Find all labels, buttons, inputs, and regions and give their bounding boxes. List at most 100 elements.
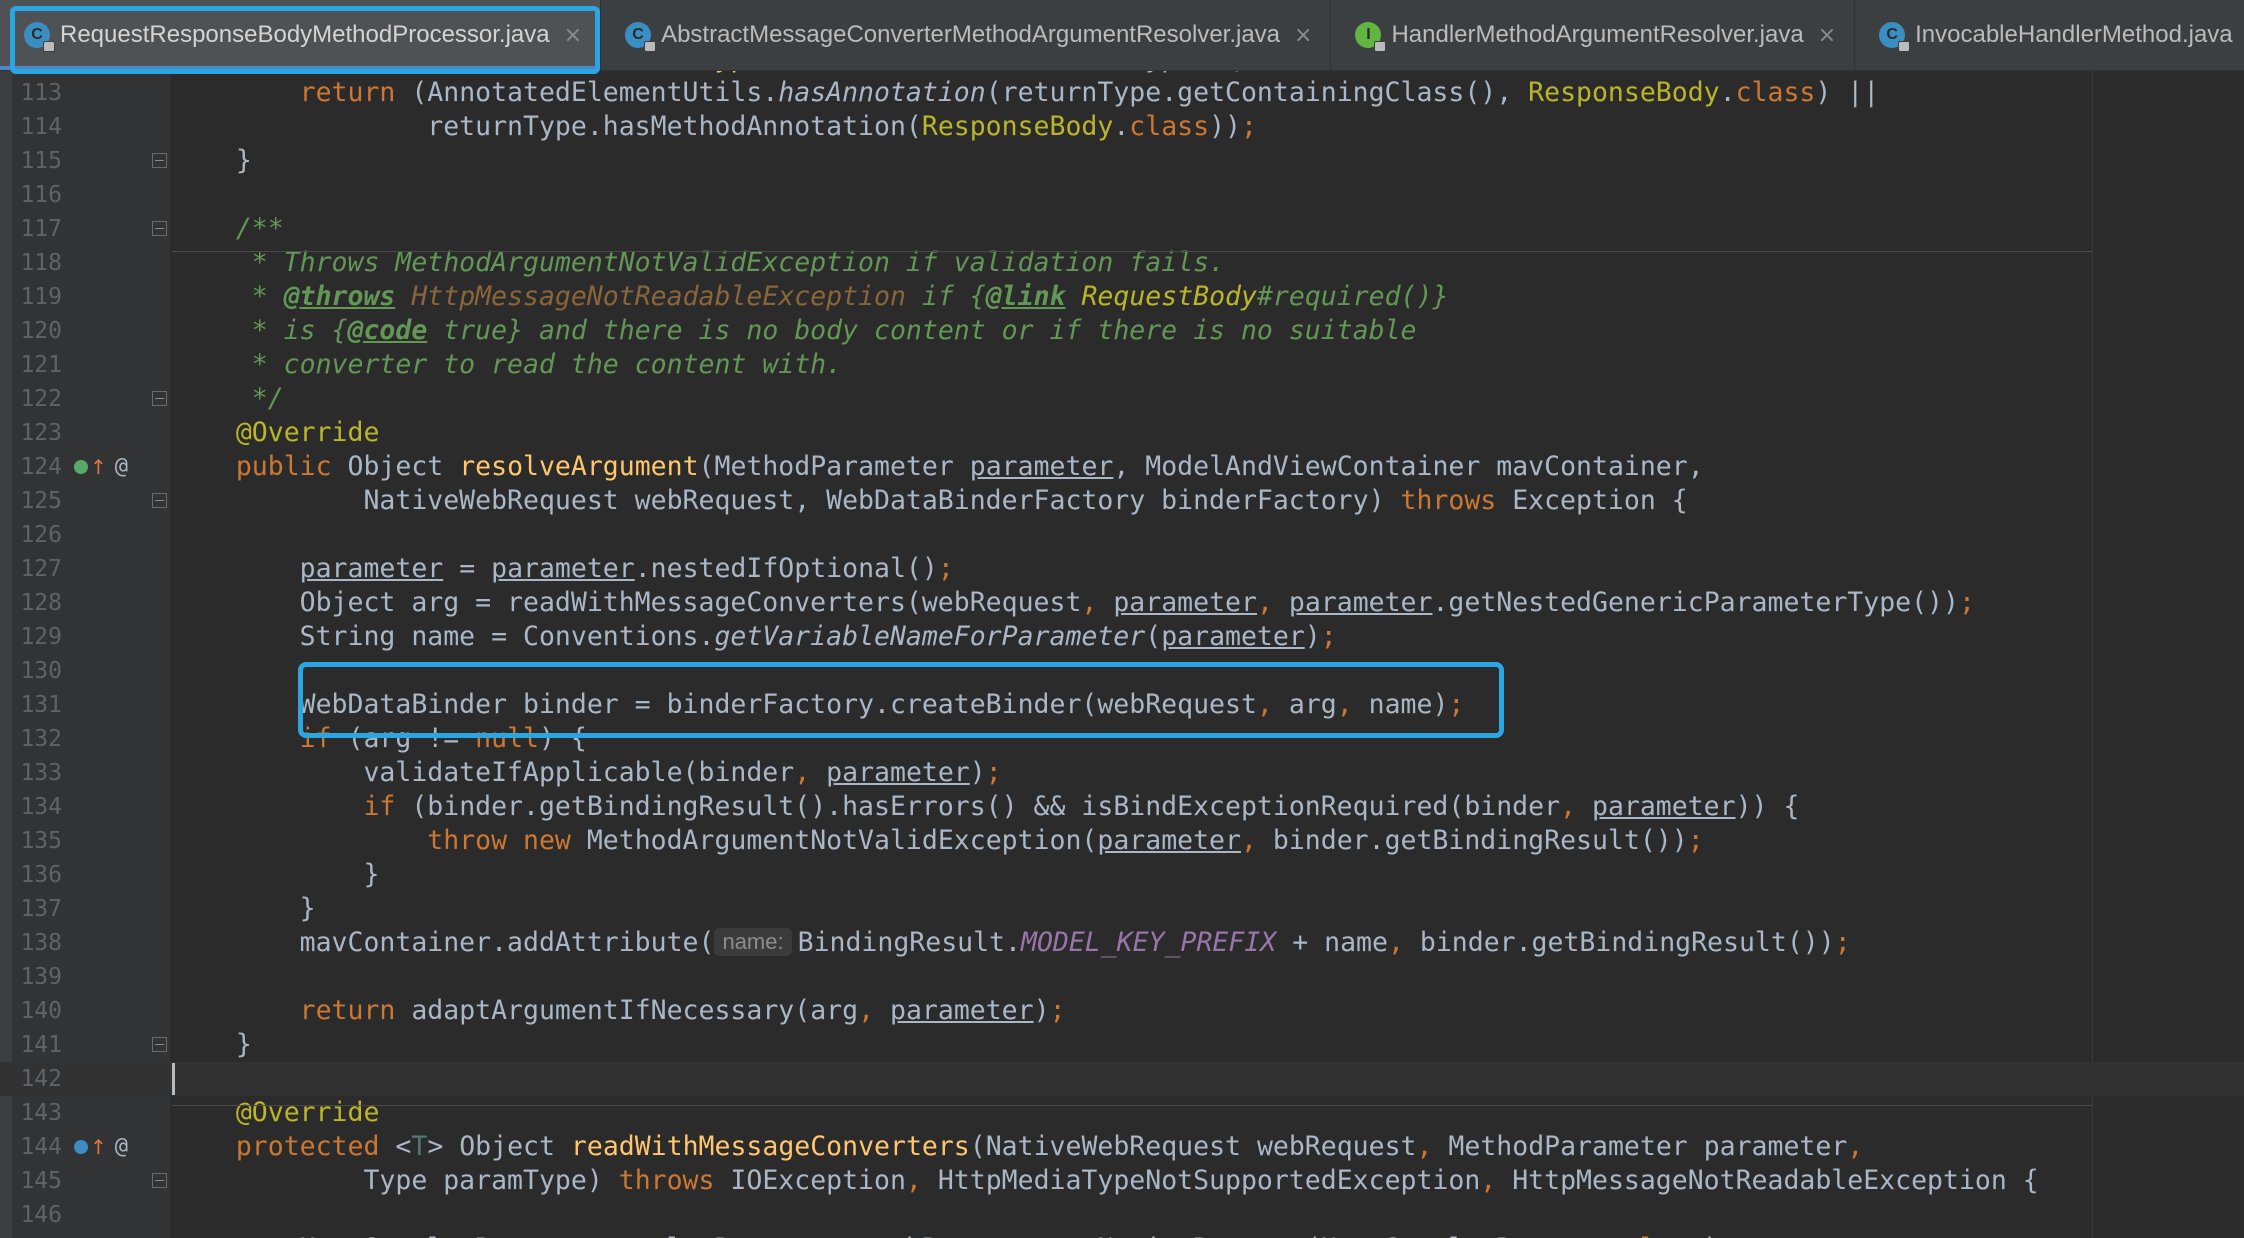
- fold-marker-icon[interactable]: [152, 493, 167, 508]
- fold-marker-icon[interactable]: [152, 153, 167, 168]
- code-text: return adaptArgumentIfNecessary(arg, par…: [299, 995, 1066, 1026]
- code-line: 114 returnType.hasMethodAnnotation(Respo…: [0, 110, 2244, 144]
- fold-marker-icon[interactable]: [152, 221, 167, 236]
- line-number: 132: [20, 726, 62, 752]
- code-text: }: [172, 893, 316, 924]
- method-separator: [172, 1105, 2092, 1106]
- code-line: 138 mavContainer.addAttribute(name: Bindi…: [0, 926, 2244, 960]
- line-number: 138: [20, 930, 62, 956]
- gutter-markers: ↑@: [74, 450, 128, 484]
- line-number: 136: [20, 862, 62, 888]
- code-editor[interactable]: 112 ↑@ public boolean supportsReturnType…: [0, 70, 2244, 1238]
- implementing-method-icon[interactable]: [74, 460, 88, 474]
- code-text: * is {@code true} and there is no body c…: [172, 315, 1417, 346]
- code-lines: 112 ↑@ public boolean supportsReturnType…: [0, 70, 2244, 1238]
- line-number: 134: [20, 794, 62, 820]
- line-number: 117: [20, 216, 62, 242]
- tab-abstract-message-converter-method-argument-resolver[interactable]: C AbstractMessageConverterMethodArgument…: [601, 0, 1332, 70]
- line-number: 141: [20, 1032, 62, 1058]
- text-caret: [172, 1063, 175, 1095]
- line-number: 123: [20, 420, 62, 446]
- line-number: 120: [20, 318, 62, 344]
- line-number: 143: [20, 1100, 62, 1126]
- overriding-method-icon[interactable]: [74, 1140, 88, 1154]
- code-text: @Override: [235, 1097, 380, 1128]
- code-text: parameter = parameter.nestedIfOptional()…: [299, 553, 954, 584]
- code-text: }: [172, 145, 252, 176]
- code-line: 136 }: [0, 858, 2244, 892]
- code-line: 127 parameter = parameter.nestedIfOption…: [0, 552, 2244, 586]
- code-line: 135 throw new MethodArgumentNotValidExce…: [0, 824, 2244, 858]
- lock-icon: [1374, 41, 1387, 52]
- code-text: HttpServletRequest servletRequest = webR…: [172, 1232, 1736, 1238]
- tab-handler-method-argument-resolver[interactable]: I HandlerMethodArgumentResolver.java ×: [1331, 0, 1856, 70]
- class-icon: C: [625, 22, 657, 52]
- line-number: 113: [20, 80, 62, 106]
- code-line: 122 */: [0, 382, 2244, 416]
- code-line: 119 * @throws HttpMessageNotReadableExce…: [0, 280, 2244, 314]
- code-line: 133 validateIfApplicable(binder, paramet…: [0, 756, 2244, 790]
- code-line: 144 ↑ @ protected <T> Object readWithMess…: [0, 1130, 2244, 1164]
- close-icon[interactable]: ×: [1818, 23, 1836, 48]
- line-number: 119: [20, 284, 62, 310]
- override-arrow-icon[interactable]: ↑: [90, 1130, 107, 1164]
- line-number: 128: [20, 590, 62, 616]
- code-text: * converter to read the content with.: [172, 349, 843, 380]
- tab-highlight-box: [10, 6, 600, 74]
- code-line: 123 @Override: [0, 416, 2244, 450]
- code-text: }: [172, 859, 380, 890]
- code-text: public Object resolveArgument(MethodPara…: [235, 451, 1704, 482]
- code-line: 137 }: [0, 892, 2244, 926]
- interface-icon: I: [1355, 22, 1387, 52]
- code-line: 115 }: [0, 144, 2244, 178]
- line-number: 135: [20, 828, 62, 854]
- code-text: */: [172, 383, 284, 414]
- line-number: 129: [20, 624, 62, 650]
- line-number: 139: [20, 964, 62, 990]
- line-number: 115: [20, 148, 62, 174]
- line-number: 124: [20, 454, 62, 480]
- method-separator: [172, 251, 2092, 252]
- line-number: 126: [20, 522, 62, 548]
- line-number: 133: [20, 760, 62, 786]
- override-arrow-icon[interactable]: ↑: [90, 450, 107, 484]
- line-number: 137: [20, 896, 62, 922]
- line-number: 146: [20, 1202, 62, 1228]
- fold-marker-icon[interactable]: [152, 1037, 167, 1052]
- code-line: 134 if (binder.getBindingResult().hasErr…: [0, 790, 2244, 824]
- current-line[interactable]: 142: [0, 1062, 2244, 1096]
- code-line: 120 * is {@code true} and there is no bo…: [0, 314, 2244, 348]
- lock-icon: [644, 41, 657, 52]
- code-text: * @throws HttpMessageNotReadableExceptio…: [172, 281, 1449, 312]
- code-line: 125 NativeWebRequest webRequest, WebData…: [0, 484, 2244, 518]
- code-line: 140 return adaptArgumentIfNecessary(arg,…: [0, 994, 2244, 1028]
- code-line: 147 HttpServletRequest servletRequest = …: [0, 1232, 2244, 1238]
- code-line: 126: [0, 518, 2244, 552]
- code-text: @Override: [235, 417, 380, 448]
- line-number: 116: [20, 182, 62, 208]
- line-number: 147: [10, 1232, 62, 1238]
- code-line: 116: [0, 178, 2244, 212]
- close-icon[interactable]: ×: [1294, 23, 1312, 48]
- code-text: if (binder.getBindingResult().hasErrors(…: [363, 791, 1800, 822]
- code-line: 143 @Override: [0, 1096, 2244, 1130]
- code-line: 146: [0, 1198, 2244, 1232]
- tab-label: HandlerMethodArgumentResolver.java: [1391, 21, 1804, 48]
- line-number: 131: [20, 692, 62, 718]
- line-number: 127: [20, 556, 62, 582]
- line-number: 140: [20, 998, 62, 1024]
- fold-marker-icon[interactable]: [152, 1173, 167, 1188]
- annotation-icon: @: [114, 1134, 129, 1159]
- tab-label: AbstractMessageConverterMethodArgumentRe…: [661, 21, 1281, 48]
- tab-invocable-handler-method[interactable]: C InvocableHandlerMethod.java ×: [1855, 0, 2244, 70]
- code-text: mavContainer.addAttribute(name: BindingRe…: [172, 927, 1851, 958]
- code-text: protected <T> Object readWithMessageConv…: [235, 1131, 1864, 1162]
- code-text: /**: [172, 213, 284, 244]
- line-number: 121: [20, 352, 62, 378]
- fold-marker-icon[interactable]: [152, 391, 167, 406]
- line-number: 144: [20, 1134, 62, 1160]
- code-line: 141 }: [0, 1028, 2244, 1062]
- ide-window: C RequestResponseBodyMethodProcessor.jav…: [0, 0, 2244, 1238]
- tab-label: InvocableHandlerMethod.java: [1915, 21, 2233, 48]
- code-line: 139: [0, 960, 2244, 994]
